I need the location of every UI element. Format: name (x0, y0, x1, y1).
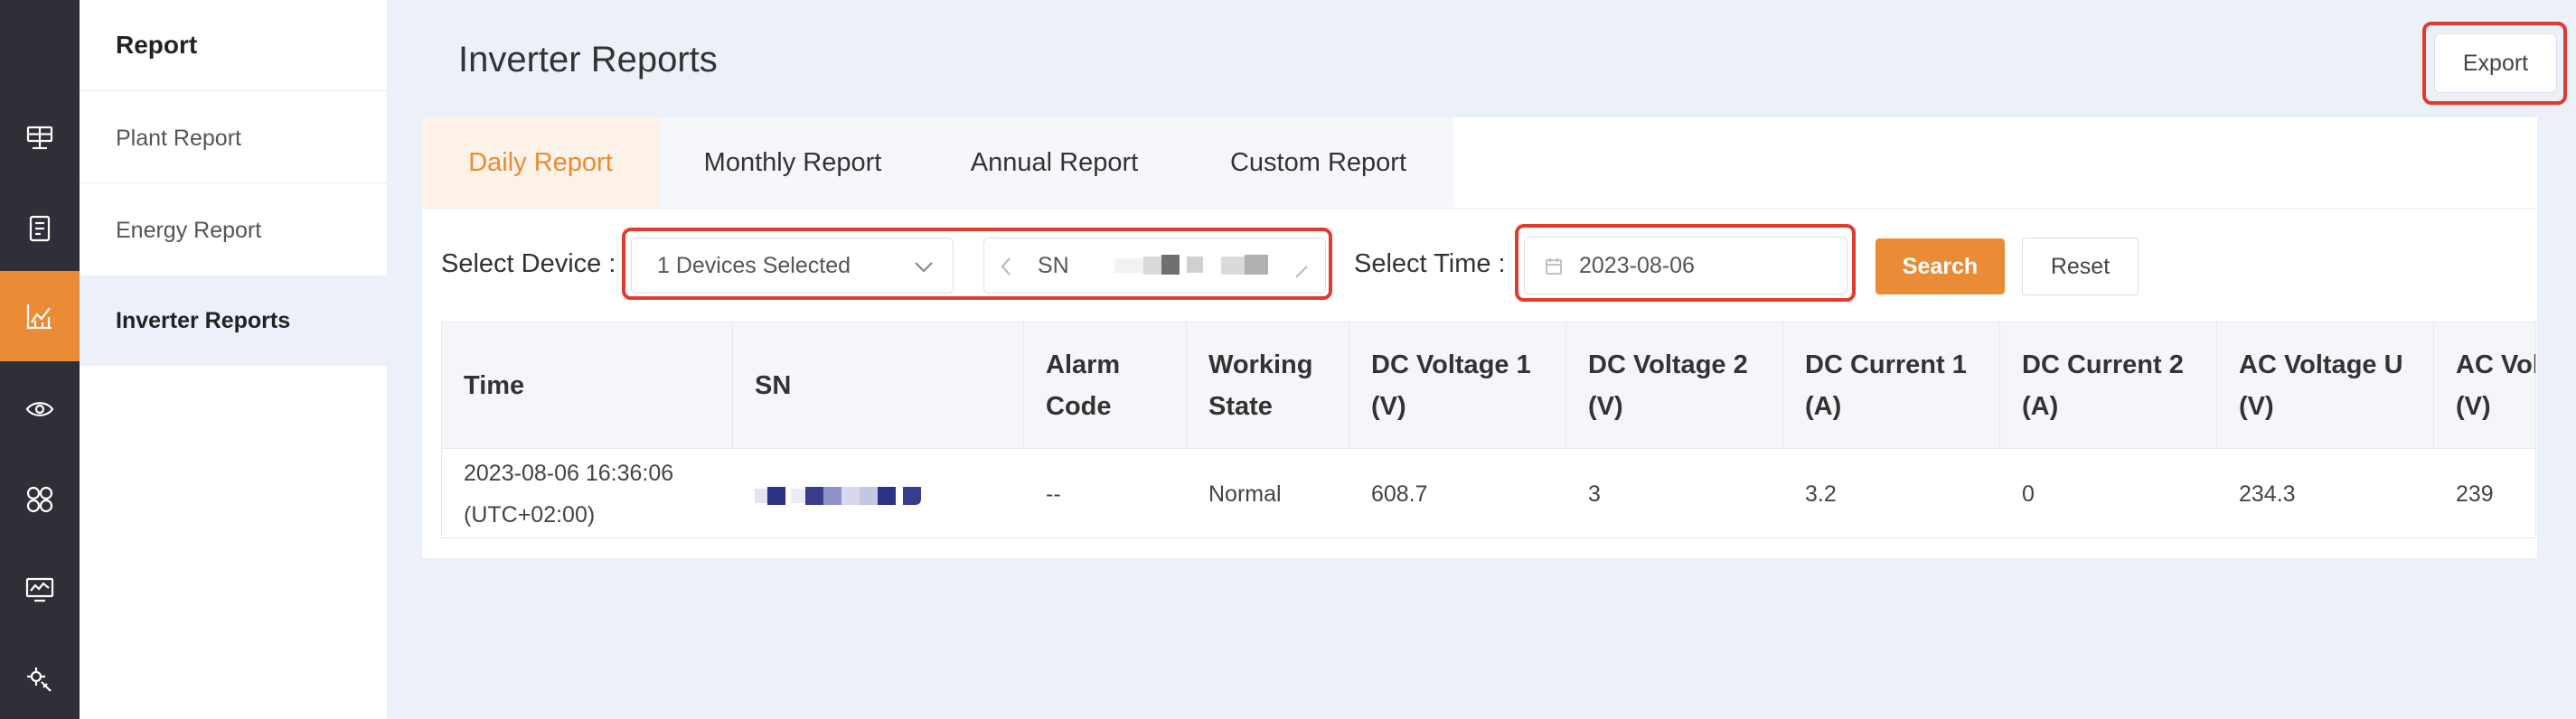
device-select[interactable]: 1 Devices Selected (631, 238, 954, 294)
redacted-block (903, 487, 921, 505)
icon-rail (0, 0, 80, 719)
chart-icon (26, 304, 52, 330)
column-header-dc-current-1[interactable]: DC Current 1 (A) (1783, 322, 2000, 449)
cell-dc-current-1: 3.2 (1805, 481, 1837, 507)
tab-custom-report[interactable]: Custom Report (1182, 117, 1454, 208)
column-header-ac-voltage-v[interactable]: AC Vol (V) (2434, 322, 2535, 449)
column-header-dc-voltage-2[interactable]: DC Voltage 2 (V) (1566, 322, 1783, 449)
redacted-block (860, 487, 878, 505)
cell-alarm-code: -- (1046, 481, 1061, 507)
tab-monthly-report[interactable]: Monthly Report (659, 117, 926, 208)
column-header-alarm-code[interactable]: Alarm Code (1024, 322, 1187, 449)
rail-item-devices[interactable] (0, 183, 80, 274)
device-list-icon (29, 215, 51, 242)
rail-item-apps[interactable] (0, 454, 80, 545)
chevron-left-icon[interactable] (999, 256, 1013, 277)
redacted-block (1143, 257, 1161, 275)
tab-annual-report[interactable]: Annual Report (926, 117, 1182, 208)
subnav-title: Report (116, 31, 198, 59)
cell-dc-voltage-1: 608.7 (1371, 481, 1428, 507)
sn-prefix: SN (1038, 253, 1069, 278)
select-time-label: Select Time : (1354, 249, 1506, 278)
redacted-block (1221, 257, 1245, 275)
column-header-sn[interactable]: SN (733, 322, 1024, 449)
date-value: 2023-08-06 (1579, 252, 1695, 278)
subnav-item-energy-report[interactable]: Energy Report (80, 185, 387, 275)
subnav-item-inverter-reports[interactable]: Inverter Reports (80, 275, 387, 366)
report-tabs: Daily Report Monthly Report Annual Repor… (422, 117, 1454, 208)
chevron-down-icon (915, 262, 933, 273)
redacted-block (1161, 255, 1180, 275)
redacted-block (841, 487, 860, 505)
cell-dc-voltage-2: 3 (1588, 481, 1601, 507)
date-picker[interactable]: 2023-08-06 (1524, 237, 1847, 294)
export-button[interactable]: Export (2434, 33, 2557, 93)
eye-icon (25, 402, 54, 416)
redacted-block (1187, 257, 1203, 273)
report-subnav: Report Plant Report Energy Report Invert… (80, 0, 387, 719)
redacted-block (805, 487, 823, 505)
inverter-report-table: Time SN Alarm Code Working State DC Voltag… (441, 322, 2536, 538)
divider (80, 182, 387, 183)
subnav-item-plant-report[interactable]: Plant Report (80, 93, 387, 183)
solar-panel-icon (26, 126, 53, 150)
rail-item-monitor[interactable] (0, 364, 80, 454)
column-header-dc-voltage-1[interactable]: DC Voltage 1 (V) (1349, 322, 1566, 449)
rail-item-reports[interactable] (0, 271, 80, 361)
redacted-block (791, 489, 805, 503)
export-highlight: Export (2422, 22, 2567, 105)
device-select-value: 1 Devices Selected (657, 252, 851, 278)
cell-dc-current-2: 0 (2022, 481, 2035, 507)
column-header-time[interactable]: Time (442, 322, 733, 449)
rail-item-settings[interactable] (0, 635, 80, 719)
table-header: Time SN Alarm Code Working State DC Voltag… (442, 322, 2535, 449)
sn-picker[interactable]: SN (983, 238, 1326, 294)
redacted-block (767, 487, 785, 505)
chevron-right-icon[interactable] (1293, 264, 1310, 280)
cell-ac-voltage-u: 234.3 (2239, 481, 2296, 507)
apps-grid-icon (26, 486, 53, 513)
column-header-ac-voltage-u[interactable]: AC Voltage U (V) (2217, 322, 2434, 449)
cell-sn-redacted (733, 449, 1024, 537)
reset-button[interactable]: Reset (2022, 238, 2139, 295)
cell-ac-voltage-v: 239 (2456, 481, 2494, 507)
column-header-dc-current-2[interactable]: DC Current 2 (A) (2000, 322, 2217, 449)
page-title: Inverter Reports (458, 40, 718, 79)
calendar-icon (1546, 258, 1562, 275)
column-header-working-state[interactable]: Working State (1187, 322, 1349, 449)
cell-time: 2023-08-06 16:36:06 (UTC+02:00) (464, 461, 674, 528)
redacted-block (878, 487, 896, 505)
settings-wrench-icon (27, 668, 52, 692)
monitor-icon (25, 577, 54, 602)
divider (80, 90, 387, 91)
rail-item-plant[interactable] (0, 93, 80, 183)
redacted-block (1114, 258, 1143, 273)
redacted-block (755, 489, 767, 503)
rail-item-screen[interactable] (0, 545, 80, 635)
redacted-block (823, 487, 841, 505)
search-button[interactable]: Search (1876, 238, 2005, 294)
redacted-block (1245, 255, 1268, 275)
divider (422, 208, 2537, 209)
tab-daily-report[interactable]: Daily Report (422, 117, 659, 208)
cell-working-state: Normal (1208, 481, 1282, 507)
select-device-label: Select Device : (441, 249, 616, 278)
